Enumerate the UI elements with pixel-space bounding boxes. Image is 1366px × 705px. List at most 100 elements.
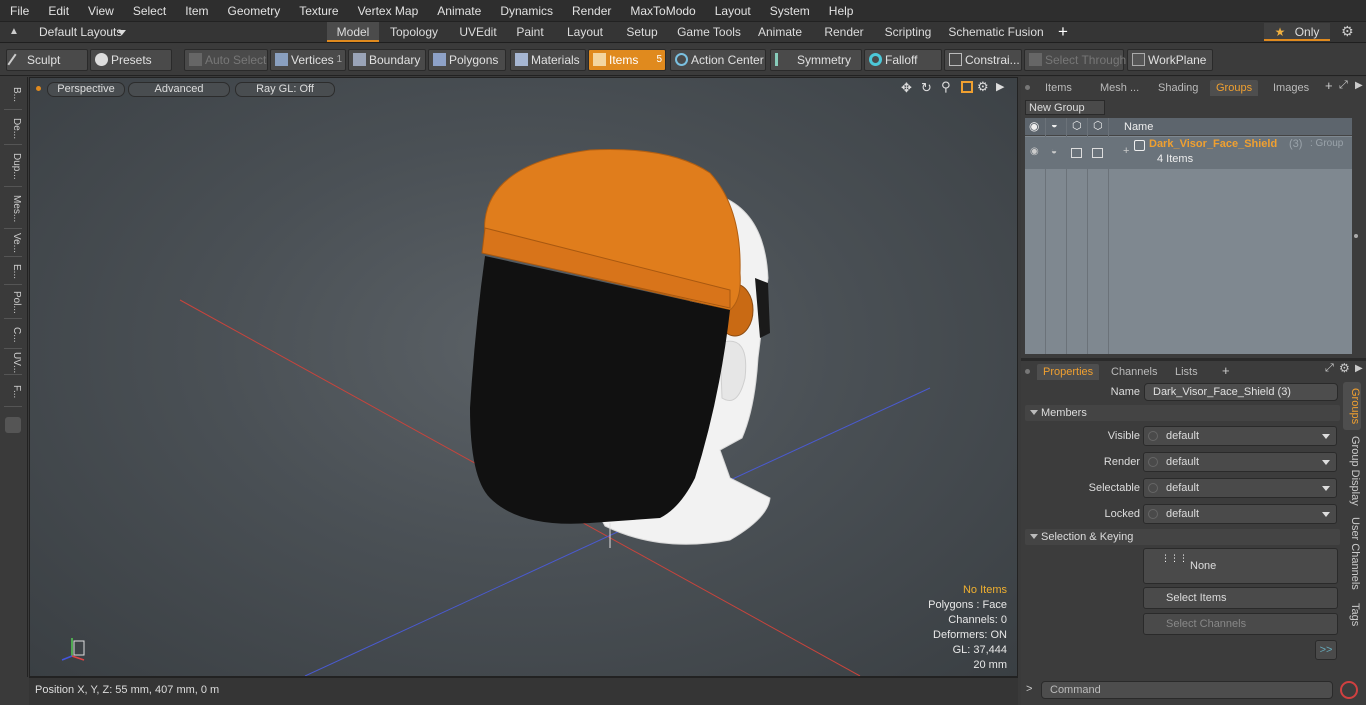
command-input[interactable]: Command (1041, 681, 1333, 699)
materials-button[interactable]: Materials (510, 49, 586, 71)
falloff-button[interactable]: Falloff (864, 49, 942, 71)
keying-none-button[interactable]: ⋮⋮⋮ None (1143, 548, 1338, 584)
left-tab-4[interactable]: Ve... (4, 231, 22, 257)
props-tab-channels[interactable]: Channels (1105, 364, 1163, 380)
panel-tab-items[interactable]: Items (1039, 80, 1078, 96)
layout-tab-setup[interactable]: Setup (621, 22, 663, 42)
panel-arrow-icon[interactable]: ▶ (1355, 80, 1363, 91)
select-through-button[interactable]: Select Through (1024, 49, 1126, 71)
gear-icon[interactable]: ⚙ (1341, 23, 1354, 40)
lock-icon[interactable]: ◒ (1051, 119, 1058, 131)
group-row[interactable]: ◉ ◒ + Dark_Visor_Face_Shield (3) : Group… (1025, 137, 1352, 169)
menu-item-texture[interactable]: Texture (289, 0, 347, 22)
side-tab-group-display[interactable]: Group Display (1343, 433, 1361, 509)
visible-dropdown[interactable]: default (1143, 426, 1337, 446)
left-tab-9[interactable]: F... (4, 377, 22, 407)
3d-viewport[interactable]: Perspective Advanced Ray GL: Off ✥ ↻ ⚲ ⚙… (29, 77, 1018, 677)
select-icon[interactable]: ⬡ (1093, 119, 1103, 132)
menu-item-maxtomodo[interactable]: MaxToModo (620, 0, 704, 22)
menu-item-edit[interactable]: Edit (38, 0, 78, 22)
panel-tab-mesh[interactable]: Mesh ... (1094, 80, 1145, 96)
items-button[interactable]: Items 5 (588, 49, 666, 71)
menu-item-help[interactable]: Help (819, 0, 863, 22)
props-expand-icon[interactable]: ⤢ (1325, 362, 1334, 375)
panel-tab-groups[interactable]: Groups (1210, 80, 1259, 96)
boundary-button[interactable]: Boundary (348, 49, 426, 71)
layout-tab-uvedit[interactable]: UVEdit (452, 22, 504, 42)
menu-item-render[interactable]: Render (562, 0, 620, 22)
symmetry-button[interactable]: Symmetry (770, 49, 862, 71)
select-items-button[interactable]: Select Items (1143, 587, 1338, 609)
add-props-tab-icon[interactable]: + (1222, 363, 1230, 378)
props-tab-properties[interactable]: Properties (1037, 364, 1100, 380)
left-tab-1[interactable]: De... (4, 113, 22, 145)
more-button[interactable]: >> (1315, 640, 1337, 660)
panel-tab-images[interactable]: Images (1267, 80, 1315, 96)
members-section[interactable]: Members (1025, 405, 1340, 421)
workplane-button[interactable]: WorkPlane (1127, 49, 1213, 71)
layout-tab-schematic-fusion[interactable]: Schematic Fusion (946, 22, 1046, 42)
list-scrollbar[interactable] (1354, 234, 1358, 238)
menu-item-select[interactable]: Select (123, 0, 175, 22)
menu-item-view[interactable]: View (78, 0, 123, 22)
layout-tab-topology[interactable]: Topology (384, 22, 444, 42)
action-center-button[interactable]: Action Center (670, 49, 766, 71)
side-tab-groups[interactable]: Groups (1343, 382, 1361, 430)
name-field[interactable]: Dark_Visor_Face_Shield (3) (1144, 383, 1338, 401)
sculpt-button[interactable]: Sculpt (6, 49, 88, 71)
record-icon[interactable] (1340, 681, 1358, 699)
side-tab-tags[interactable]: Tags (1343, 597, 1361, 633)
layout-up-icon[interactable]: ▲ (9, 26, 19, 38)
constraints-button[interactable]: Constrai... (944, 49, 1022, 71)
selection-keying-section[interactable]: Selection & Keying (1025, 529, 1340, 545)
selectable-dropdown[interactable]: default (1143, 478, 1337, 498)
eye-icon[interactable]: ◉ (1029, 119, 1039, 133)
menu-item-dynamics[interactable]: Dynamics (490, 0, 562, 22)
render-dropdown[interactable]: default (1143, 452, 1337, 472)
expand-icon[interactable]: ⤢ (1339, 79, 1348, 92)
props-gear-icon[interactable]: ⚙ (1339, 361, 1350, 375)
menu-item-file[interactable]: File (0, 0, 38, 22)
add-layout-tab-icon[interactable]: + (1058, 22, 1068, 42)
layout-tab-scripting[interactable]: Scripting (877, 22, 939, 42)
layout-tab-game-tools[interactable]: Game Tools (671, 22, 747, 42)
select-channels-button[interactable]: Select Channels (1143, 613, 1338, 635)
expand-plus-icon[interactable]: + (1123, 145, 1129, 157)
panel-tab-shading[interactable]: Shading (1152, 80, 1204, 96)
polygons-button[interactable]: Polygons (428, 49, 506, 71)
auto-select-button[interactable]: Auto Select (184, 49, 268, 71)
only-toggle[interactable]: ★ Only (1264, 23, 1330, 41)
row-select-checkbox[interactable] (1092, 148, 1103, 158)
layout-tab-animate[interactable]: Animate (752, 22, 808, 42)
locked-dropdown[interactable]: default (1143, 504, 1337, 524)
menu-item-item[interactable]: Item (175, 0, 217, 22)
menu-item-layout[interactable]: Layout (705, 0, 760, 22)
layout-tab-layout[interactable]: Layout (556, 22, 614, 42)
menu-item-geometry[interactable]: Geometry (218, 0, 290, 22)
default-layouts-dropdown[interactable]: Default Layouts (39, 25, 122, 39)
layout-tab-render[interactable]: Render (815, 22, 873, 42)
props-arrow-icon[interactable]: ▶ (1355, 363, 1363, 374)
left-tab-5[interactable]: E... (4, 259, 22, 285)
layout-tab-model[interactable]: Model (327, 22, 379, 42)
new-group-button[interactable]: New Group (1025, 100, 1105, 115)
render-icon[interactable]: ⬡ (1072, 119, 1082, 132)
left-tab-3[interactable]: Mes... (4, 189, 22, 229)
left-tab-8[interactable]: UV... (4, 351, 22, 375)
row-lock-icon[interactable]: ◒ (1051, 146, 1057, 157)
vertices-button[interactable]: Vertices 1 (270, 49, 346, 71)
menu-item-vertex-map[interactable]: Vertex Map (348, 0, 428, 22)
layout-tab-paint[interactable]: Paint (512, 22, 548, 42)
row-eye-icon[interactable]: ◉ (1030, 146, 1039, 157)
presets-button[interactable]: Presets (90, 49, 172, 71)
left-tab-0[interactable]: B... (4, 80, 22, 110)
side-tab-user-channels[interactable]: User Channels (1343, 513, 1361, 593)
left-tab-7[interactable]: C... (4, 321, 22, 349)
menu-item-animate[interactable]: Animate (427, 0, 490, 22)
left-tab-toggle[interactable] (5, 417, 21, 433)
props-tab-lists[interactable]: Lists (1169, 364, 1204, 380)
row-render-checkbox[interactable] (1071, 148, 1082, 158)
add-tab-icon[interactable]: + (1325, 78, 1333, 93)
panel-splitter[interactable] (1021, 358, 1366, 361)
menu-item-system[interactable]: System (760, 0, 819, 22)
